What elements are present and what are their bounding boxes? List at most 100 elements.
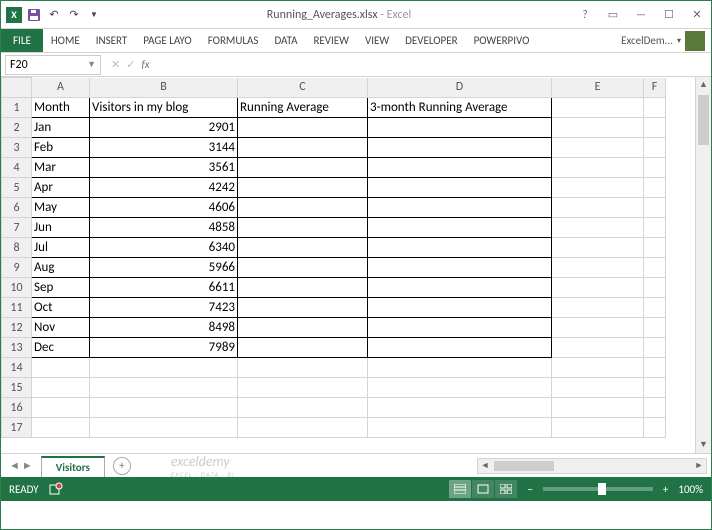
tab-formulas[interactable]: FORMULAS bbox=[200, 29, 267, 52]
cell-E1[interactable] bbox=[552, 98, 644, 118]
sheet-next-icon[interactable]: ► bbox=[22, 459, 33, 472]
cell-A4[interactable]: Mar bbox=[32, 158, 90, 178]
vertical-scrollbar[interactable]: ▲ ▼ bbox=[695, 77, 711, 453]
excel-app-icon[interactable]: X bbox=[5, 6, 23, 24]
cell-D14[interactable] bbox=[368, 358, 552, 378]
col-header-F[interactable]: F bbox=[644, 78, 666, 98]
cell-D4[interactable] bbox=[368, 158, 552, 178]
cell-C6[interactable] bbox=[238, 198, 368, 218]
cell-B11[interactable]: 7423 bbox=[90, 298, 238, 318]
cell-F2[interactable] bbox=[644, 118, 666, 138]
cell-B13[interactable]: 7989 bbox=[90, 338, 238, 358]
cell-B1[interactable]: Visitors in my blog bbox=[90, 98, 238, 118]
user-account[interactable]: ExcelDem... ▾ bbox=[621, 29, 711, 52]
cell-D6[interactable] bbox=[368, 198, 552, 218]
cell-E4[interactable] bbox=[552, 158, 644, 178]
cell-A14[interactable] bbox=[32, 358, 90, 378]
scroll-right-icon[interactable]: ► bbox=[692, 459, 706, 473]
help-icon[interactable]: ? bbox=[571, 3, 599, 27]
cell-B9[interactable]: 5966 bbox=[90, 258, 238, 278]
cell-F4[interactable] bbox=[644, 158, 666, 178]
cell-C3[interactable] bbox=[238, 138, 368, 158]
cell-B7[interactable]: 4858 bbox=[90, 218, 238, 238]
col-header-B[interactable]: B bbox=[90, 78, 238, 98]
cell-B10[interactable]: 6611 bbox=[90, 278, 238, 298]
sheet-prev-icon[interactable]: ◄ bbox=[9, 459, 20, 472]
cell-D11[interactable] bbox=[368, 298, 552, 318]
cell-B6[interactable]: 4606 bbox=[90, 198, 238, 218]
cell-F5[interactable] bbox=[644, 178, 666, 198]
cell-F9[interactable] bbox=[644, 258, 666, 278]
row-header[interactable]: 11 bbox=[2, 298, 32, 318]
cell-A5[interactable]: Apr bbox=[32, 178, 90, 198]
vertical-scroll-thumb[interactable] bbox=[698, 95, 709, 145]
cell-E16[interactable] bbox=[552, 398, 644, 418]
row-header[interactable]: 9 bbox=[2, 258, 32, 278]
cell-C1[interactable]: Running Average bbox=[238, 98, 368, 118]
cell-F6[interactable] bbox=[644, 198, 666, 218]
cell-D17[interactable] bbox=[368, 418, 552, 438]
cell-A17[interactable] bbox=[32, 418, 90, 438]
cell-D16[interactable] bbox=[368, 398, 552, 418]
cell-C2[interactable] bbox=[238, 118, 368, 138]
fx-icon[interactable]: fx bbox=[141, 58, 149, 71]
cell-A3[interactable]: Feb bbox=[32, 138, 90, 158]
row-header[interactable]: 6 bbox=[2, 198, 32, 218]
cell-A6[interactable]: May bbox=[32, 198, 90, 218]
cell-E5[interactable] bbox=[552, 178, 644, 198]
spreadsheet-grid[interactable]: A B C D E F 1MonthVisitors in my blogRun… bbox=[1, 77, 666, 438]
cell-E6[interactable] bbox=[552, 198, 644, 218]
cell-C7[interactable] bbox=[238, 218, 368, 238]
cell-D7[interactable] bbox=[368, 218, 552, 238]
cell-B8[interactable]: 6340 bbox=[90, 238, 238, 258]
maximize-icon[interactable]: ☐ bbox=[655, 3, 683, 27]
name-box[interactable]: F20 ▼ bbox=[5, 55, 101, 75]
cell-C14[interactable] bbox=[238, 358, 368, 378]
cell-C17[interactable] bbox=[238, 418, 368, 438]
zoom-out-icon[interactable]: − bbox=[527, 483, 532, 496]
tab-page layo[interactable]: PAGE LAYO bbox=[135, 29, 199, 52]
page-layout-view-icon[interactable] bbox=[472, 480, 494, 498]
zoom-level[interactable]: 100% bbox=[678, 483, 703, 496]
row-header[interactable]: 16 bbox=[2, 398, 32, 418]
col-header-C[interactable]: C bbox=[238, 78, 368, 98]
normal-view-icon[interactable] bbox=[449, 480, 471, 498]
row-header[interactable]: 12 bbox=[2, 318, 32, 338]
cell-F11[interactable] bbox=[644, 298, 666, 318]
cell-B15[interactable] bbox=[90, 378, 238, 398]
qat-dropdown-icon[interactable]: ▼ bbox=[85, 6, 103, 24]
cell-E13[interactable] bbox=[552, 338, 644, 358]
zoom-slider[interactable] bbox=[543, 487, 653, 491]
scroll-left-icon[interactable]: ◄ bbox=[478, 459, 492, 473]
save-icon[interactable] bbox=[25, 6, 43, 24]
cell-B14[interactable] bbox=[90, 358, 238, 378]
cell-C11[interactable] bbox=[238, 298, 368, 318]
cell-A10[interactable]: Sep bbox=[32, 278, 90, 298]
tab-file[interactable]: FILE bbox=[1, 29, 43, 52]
cell-B17[interactable] bbox=[90, 418, 238, 438]
cell-F8[interactable] bbox=[644, 238, 666, 258]
cell-B2[interactable]: 2901 bbox=[90, 118, 238, 138]
cell-E17[interactable] bbox=[552, 418, 644, 438]
cell-B16[interactable] bbox=[90, 398, 238, 418]
cell-D3[interactable] bbox=[368, 138, 552, 158]
cell-E14[interactable] bbox=[552, 358, 644, 378]
scroll-up-icon[interactable]: ▲ bbox=[696, 77, 711, 93]
row-header[interactable]: 8 bbox=[2, 238, 32, 258]
chevron-down-icon[interactable]: ▼ bbox=[87, 59, 96, 70]
cell-E8[interactable] bbox=[552, 238, 644, 258]
cell-E7[interactable] bbox=[552, 218, 644, 238]
row-header[interactable]: 13 bbox=[2, 338, 32, 358]
cell-D10[interactable] bbox=[368, 278, 552, 298]
cell-F1[interactable] bbox=[644, 98, 666, 118]
cell-D12[interactable] bbox=[368, 318, 552, 338]
cell-B12[interactable]: 8498 bbox=[90, 318, 238, 338]
cell-E11[interactable] bbox=[552, 298, 644, 318]
cell-A16[interactable] bbox=[32, 398, 90, 418]
cell-C12[interactable] bbox=[238, 318, 368, 338]
cell-F10[interactable] bbox=[644, 278, 666, 298]
tab-home[interactable]: HOME bbox=[43, 29, 88, 52]
cell-F16[interactable] bbox=[644, 398, 666, 418]
sheet-tab-active[interactable]: Visitors bbox=[41, 456, 105, 477]
cell-F3[interactable] bbox=[644, 138, 666, 158]
